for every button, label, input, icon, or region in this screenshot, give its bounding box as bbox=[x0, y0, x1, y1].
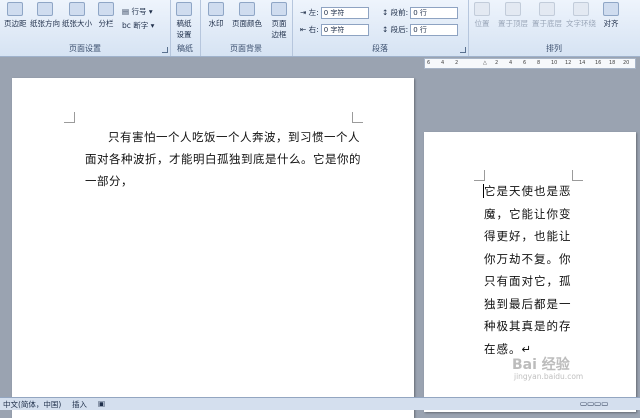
ruler-tick: 12 bbox=[565, 60, 572, 66]
indent-left-input[interactable]: 0 字符 bbox=[320, 7, 369, 19]
document-page-1[interactable]: 只有害怕一个人吃饭一个人奔波，到习惯一个人面对各种波折，才能明白孤独到底是什么。… bbox=[12, 78, 414, 418]
send-back-label: 置于底层 bbox=[532, 19, 562, 28]
space-after: ↕ 段后: 0 行 bbox=[382, 24, 459, 36]
align-button[interactable]: 对齐 bbox=[603, 2, 619, 29]
hyphenation-label: 断字 bbox=[133, 21, 149, 30]
hyphenation-button[interactable]: bc 断字 ▾ bbox=[122, 20, 154, 31]
page-color-label: 页面颜色 bbox=[232, 19, 262, 28]
arrange-group: 位置 置于顶层 置于底层 文字环绕 对齐 排列 bbox=[468, 0, 640, 56]
ruler-tick: 6 bbox=[523, 60, 527, 66]
paper-size-label: 纸张大小 bbox=[62, 19, 92, 28]
watermark-icon bbox=[208, 2, 224, 16]
position-label: 位置 bbox=[474, 19, 490, 28]
margins-label: 页边距 bbox=[4, 19, 27, 28]
page-setup-launcher-icon[interactable] bbox=[162, 47, 168, 53]
bring-front-label: 置于顶层 bbox=[498, 19, 528, 28]
manuscript-group-label: 稿纸 bbox=[177, 44, 193, 53]
bring-front-button[interactable]: 置于顶层 bbox=[498, 2, 528, 29]
manuscript-setup-label: 稿纸设置 bbox=[176, 19, 192, 39]
line-numbers-label: 行号 bbox=[131, 7, 147, 16]
paragraph-group: ⇥ 左: 0 字符 ⇤ 右: 0 字符 ↕ 段前: 0 行 ↕ 段后: 0 行 段落 bbox=[292, 0, 469, 56]
columns-label: 分栏 bbox=[98, 19, 114, 28]
space-after-input[interactable]: 0 行 bbox=[410, 24, 459, 36]
insert-mode-status[interactable]: 插入 bbox=[72, 399, 87, 410]
margin-corner-mark bbox=[352, 112, 363, 123]
text-wrap-label: 文字环绕 bbox=[566, 19, 596, 28]
ruler-tick: 4 bbox=[441, 60, 445, 66]
position-icon bbox=[474, 2, 490, 16]
send-back-icon bbox=[539, 2, 555, 16]
language-status[interactable]: 中文(简体，中国) bbox=[3, 399, 61, 410]
space-before: ↕ 段前: 0 行 bbox=[382, 7, 459, 19]
ruler-tick: 16 bbox=[595, 60, 602, 66]
space-after-label: 段后: bbox=[390, 25, 409, 34]
watermark-button[interactable]: 水印 bbox=[208, 2, 224, 29]
horizontal-ruler[interactable]: 6 4 2 △ 2 4 6 8 10 12 14 16 18 20 bbox=[424, 58, 636, 69]
paragraph-launcher-icon[interactable] bbox=[460, 47, 466, 53]
arrange-group-label: 排列 bbox=[546, 44, 562, 53]
page-2-paragraph[interactable]: 它是天使也是恶魔，它能让你变得更好，也能让你万劫不复。你只有面对它，孤独到最后都… bbox=[484, 180, 572, 360]
indent-right-input[interactable]: 0 字符 bbox=[320, 24, 369, 36]
ruler-tick: 2 bbox=[455, 60, 459, 66]
ruler-tick: 6 bbox=[427, 60, 431, 66]
status-bar: 中文(简体，中国) 插入 ▣ ▭▭▭▭ bbox=[0, 397, 640, 410]
indent-left-label: 左: bbox=[308, 8, 319, 17]
ruler-tick: 10 bbox=[551, 60, 558, 66]
indent-right: ⇤ 右: 0 字符 bbox=[300, 24, 369, 36]
page-color-icon bbox=[239, 2, 255, 16]
margin-corner-mark bbox=[64, 112, 75, 123]
paper-size-button[interactable]: 纸张大小 bbox=[62, 2, 92, 29]
space-before-label: 段前: bbox=[390, 8, 409, 17]
orientation-icon bbox=[37, 2, 53, 16]
page-border-icon bbox=[271, 2, 287, 16]
ruler-tick: 4 bbox=[509, 60, 513, 66]
manuscript-group: 稿纸设置 稿纸 bbox=[170, 0, 201, 56]
page-background-group: 水印 页面颜色 页面边框 页面背景 bbox=[200, 0, 293, 56]
paper-size-icon bbox=[69, 2, 85, 16]
ruler-tick: 18 bbox=[609, 60, 616, 66]
indent-right-label: 右: bbox=[308, 25, 319, 34]
watermark-url: jingyan.baidu.com bbox=[514, 372, 584, 381]
ruler-tick: 20 bbox=[623, 60, 630, 66]
text-wrap-button[interactable]: 文字环绕 bbox=[566, 2, 596, 29]
columns-icon bbox=[98, 2, 114, 16]
columns-button[interactable]: 分栏 bbox=[98, 2, 114, 29]
baidu-jingyan-watermark: Bai 经验 bbox=[512, 357, 570, 373]
space-before-input[interactable]: 0 行 bbox=[410, 7, 459, 19]
align-icon bbox=[603, 2, 619, 16]
position-button[interactable]: 位置 bbox=[474, 2, 490, 29]
macro-record-icon[interactable]: ▣ bbox=[98, 399, 105, 408]
ruler-tick: 2 bbox=[495, 60, 499, 66]
paragraph-group-label: 段落 bbox=[372, 44, 388, 53]
watermark-label: 水印 bbox=[208, 19, 224, 28]
ruler-tick: 8 bbox=[537, 60, 541, 66]
margins-icon bbox=[7, 2, 24, 16]
view-buttons-icon[interactable]: ▭▭▭▭ bbox=[580, 399, 608, 408]
indent-marker-icon[interactable]: △ bbox=[483, 60, 487, 66]
margin-corner-mark bbox=[572, 170, 583, 181]
ruler-tick: 14 bbox=[579, 60, 586, 66]
line-numbers-button[interactable]: ▤ 行号 ▾ bbox=[122, 6, 153, 17]
align-label: 对齐 bbox=[603, 19, 619, 28]
page-1-paragraph[interactable]: 只有害怕一个人吃饭一个人奔波，到习惯一个人面对各种波折，才能明白孤独到底是什么。… bbox=[85, 126, 367, 192]
send-back-button[interactable]: 置于底层 bbox=[532, 2, 562, 29]
orientation-label: 纸张方向 bbox=[30, 19, 60, 28]
page-color-button[interactable]: 页面颜色 bbox=[232, 2, 262, 29]
margins-button[interactable]: 页边距 bbox=[4, 2, 27, 29]
bring-front-icon bbox=[505, 2, 521, 16]
indent-left: ⇥ 左: 0 字符 bbox=[300, 7, 369, 19]
ribbon: 页边距 纸张方向 纸张大小 分栏 ▤ 行号 ▾ bc 断字 ▾ 页面设置 稿纸设… bbox=[0, 0, 640, 57]
text-wrap-icon bbox=[573, 2, 589, 16]
manuscript-icon bbox=[176, 2, 192, 16]
page-border-label: 页面边框 bbox=[271, 19, 287, 39]
page-background-group-label: 页面背景 bbox=[230, 44, 262, 53]
manuscript-setup-button[interactable]: 稿纸设置 bbox=[175, 2, 193, 40]
orientation-button[interactable]: 纸张方向 bbox=[30, 2, 60, 29]
page-setup-group: 页边距 纸张方向 纸张大小 分栏 ▤ 行号 ▾ bc 断字 ▾ 页面设置 bbox=[0, 0, 171, 56]
page-setup-group-label: 页面设置 bbox=[69, 44, 101, 53]
page-border-button[interactable]: 页面边框 bbox=[270, 2, 288, 40]
